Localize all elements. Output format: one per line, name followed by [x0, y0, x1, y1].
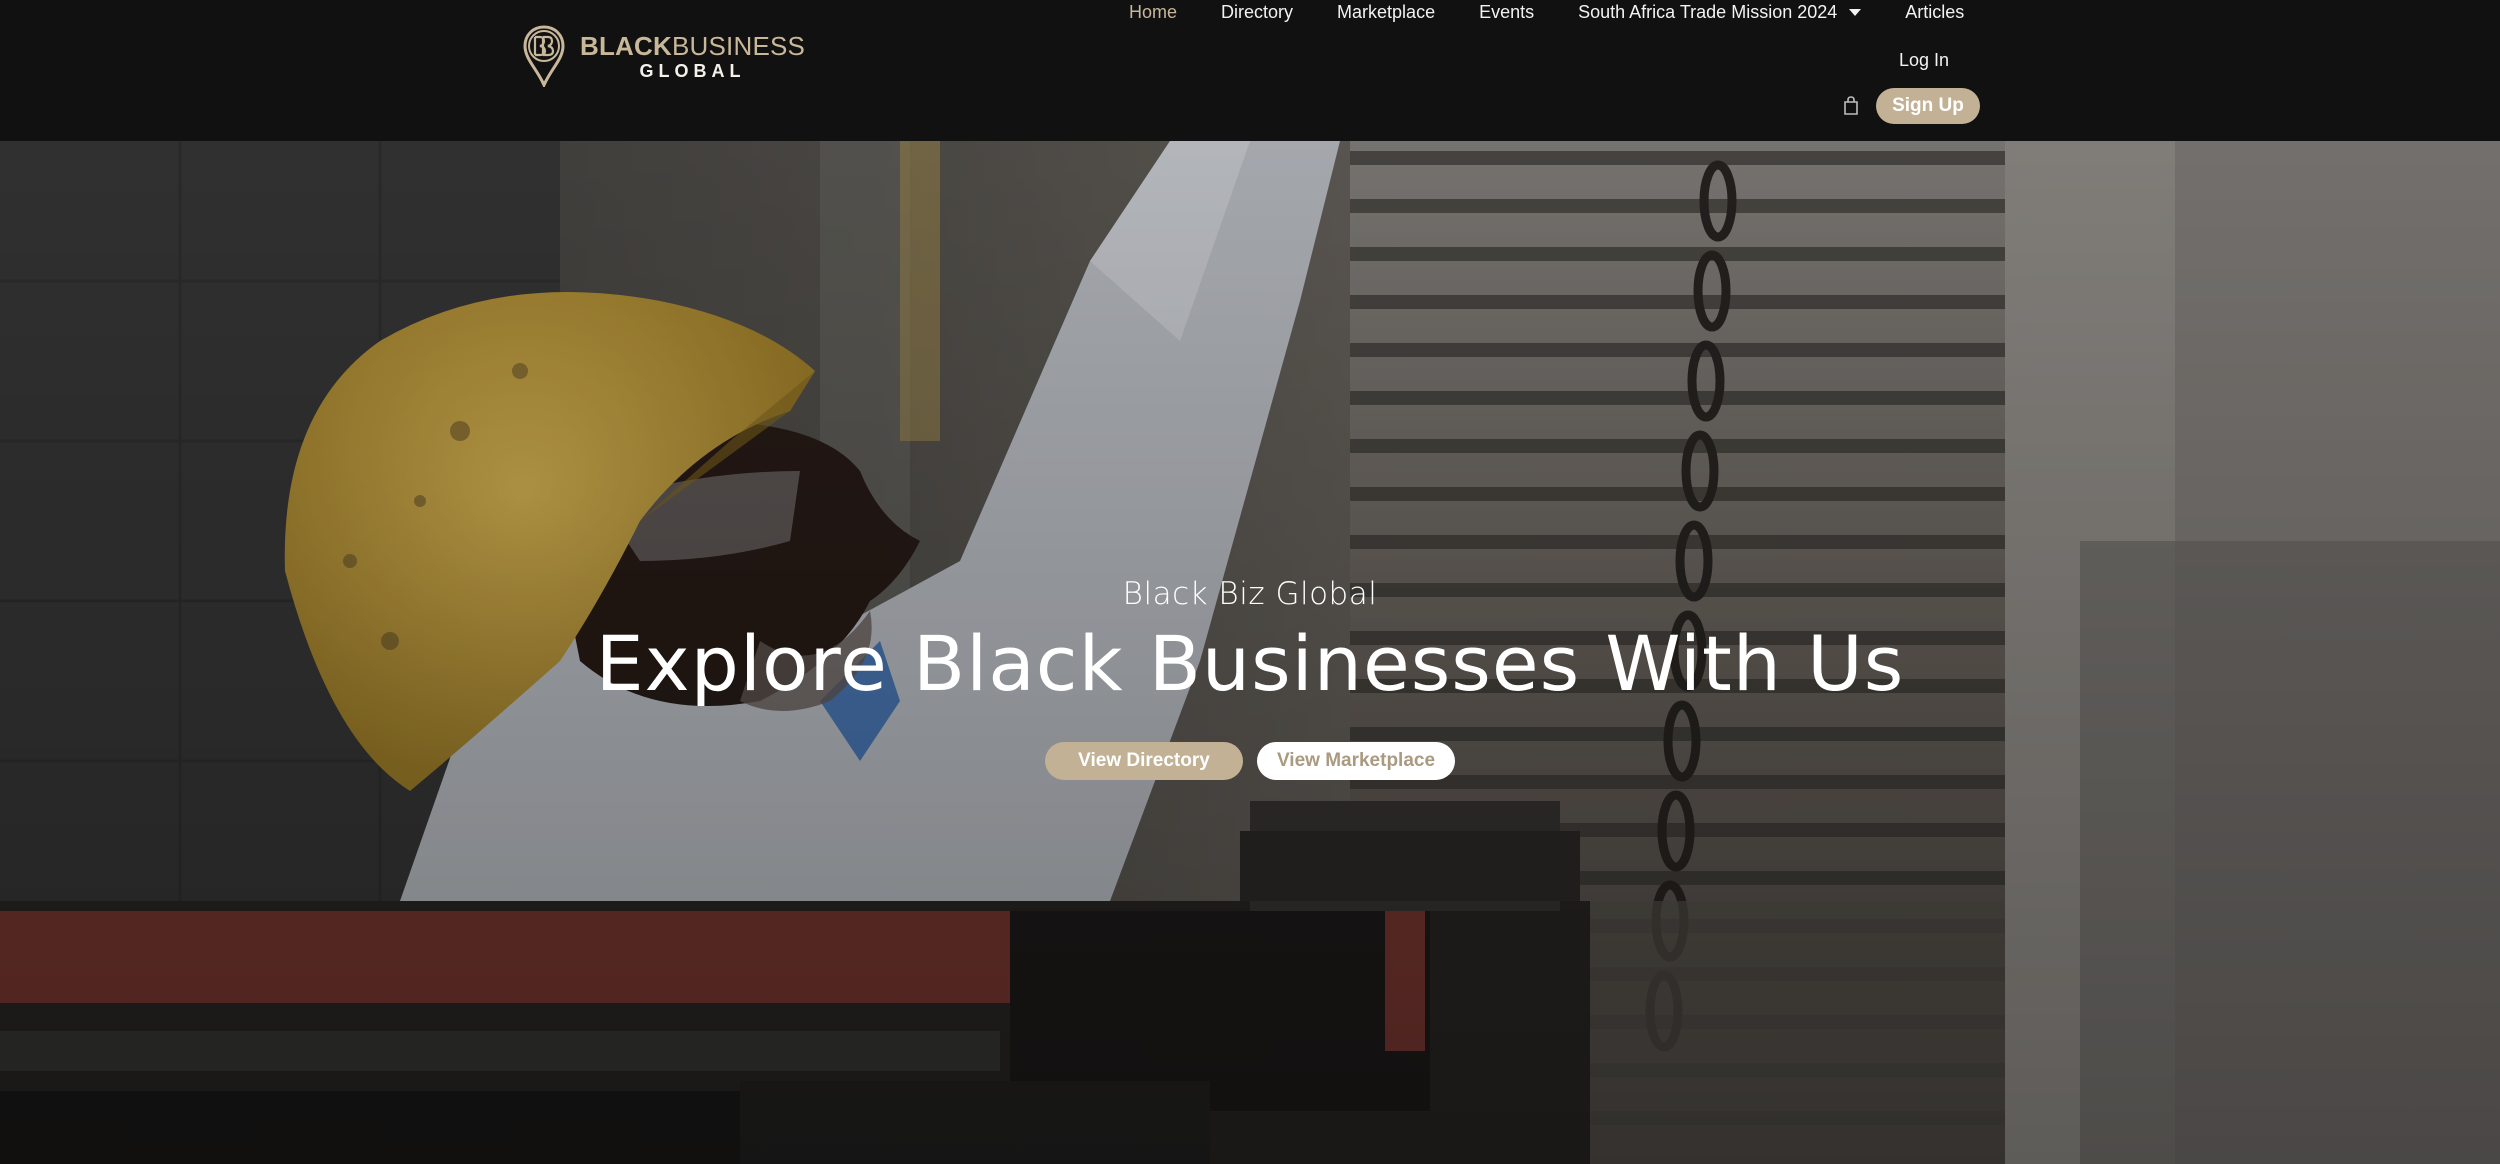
nav-directory[interactable]: Directory — [1221, 2, 1293, 23]
main-nav: Home Directory Marketplace Events South … — [1129, 0, 1964, 24]
nav-articles[interactable]: Articles — [1905, 2, 1964, 23]
hero-section: Black Biz Global Explore Black Businesse… — [0, 141, 2500, 1164]
hero-eyebrow: Black Biz Global — [1122, 576, 1378, 612]
logo-text-global: GLOBAL — [639, 60, 746, 81]
login-link[interactable]: Log In — [1899, 50, 1949, 71]
shopping-bag-icon[interactable] — [1843, 96, 1859, 115]
logo-wordmark: BLACKBUSINESS GLOBAL — [580, 33, 805, 80]
site-logo[interactable]: BLACKBUSINESS GLOBAL — [522, 24, 805, 88]
map-pin-bb-icon — [523, 25, 565, 87]
page: BLACKBUSINESS GLOBAL Home Directory Mark… — [0, 0, 2500, 1164]
signup-button[interactable]: Sign Up — [1876, 88, 1980, 124]
view-marketplace-button[interactable]: View Marketplace — [1257, 742, 1455, 780]
nav-trade-mission-label: South Africa Trade Mission 2024 — [1578, 1, 1838, 22]
hero-title: Explore Black Businesses With Us — [595, 619, 1905, 708]
view-directory-button[interactable]: View Directory — [1045, 742, 1243, 780]
nav-trade-mission[interactable]: South Africa Trade Mission 2024 — [1578, 1, 1862, 23]
nav-events[interactable]: Events — [1479, 2, 1534, 23]
nav-home[interactable]: Home — [1129, 2, 1177, 23]
nav-marketplace[interactable]: Marketplace — [1337, 2, 1435, 23]
hero-buttons: View Directory View Marketplace — [0, 742, 2500, 780]
site-header: BLACKBUSINESS GLOBAL Home Directory Mark… — [0, 0, 2500, 141]
logo-text-business: BUSINESS — [672, 30, 806, 61]
chevron-down-icon — [1849, 8, 1862, 16]
logo-text-black: BLACK — [580, 30, 672, 61]
